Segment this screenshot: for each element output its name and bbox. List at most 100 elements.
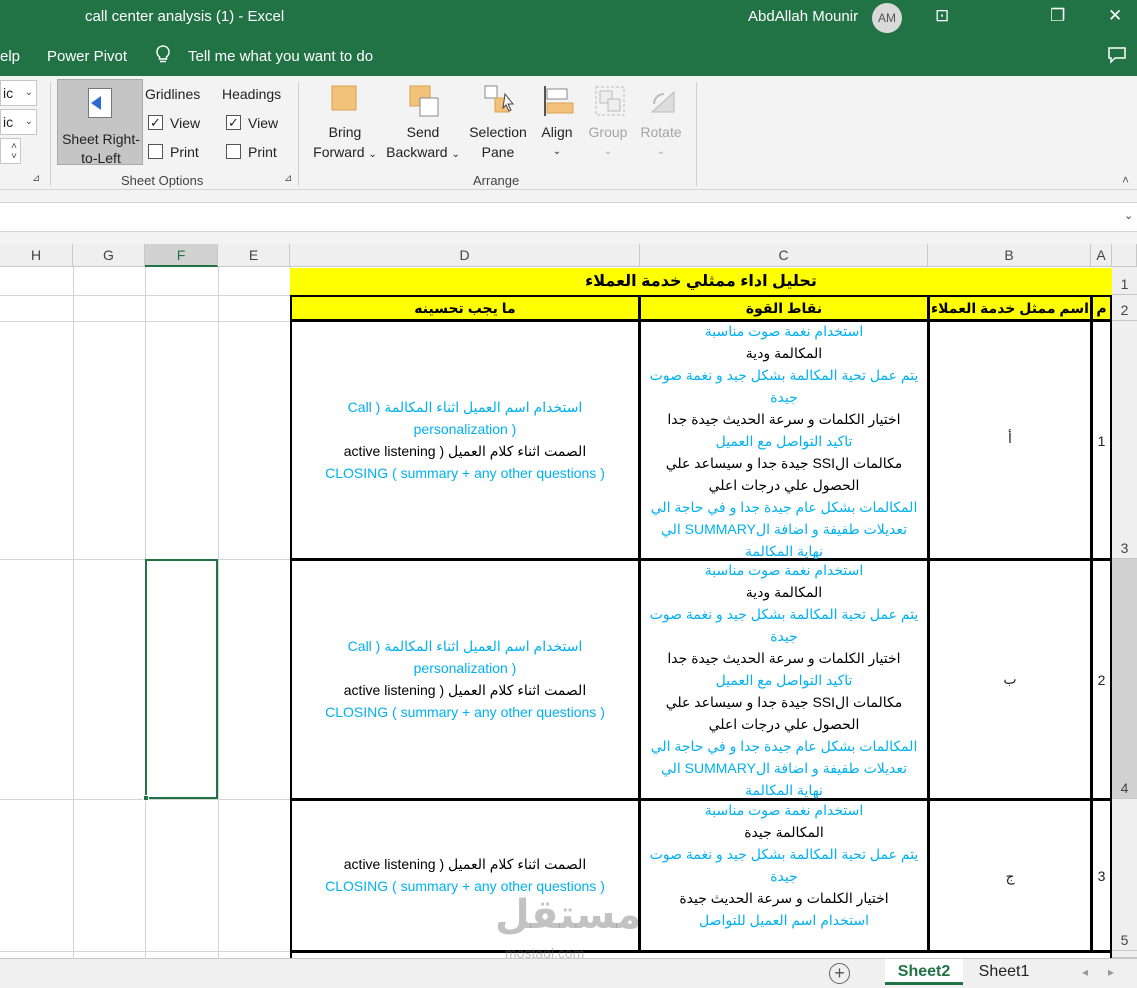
spin-down-icon[interactable]: ˅ <box>11 145 17 169</box>
scroll-left-icon[interactable]: ◂ <box>1078 959 1092 985</box>
row-header-1[interactable]: 1 <box>1112 267 1137 295</box>
header-name[interactable]: اسم ممثل خدمة العملاء <box>928 295 1092 321</box>
headings-view-checkbox[interactable]: ✓ <box>226 115 241 130</box>
chevron-down-icon: ⌄ <box>368 149 377 160</box>
group-icon <box>593 84 625 118</box>
user-name[interactable]: AbdAllah Mounir <box>748 8 858 25</box>
selected-cell-f4[interactable] <box>143 559 218 801</box>
row-header-5[interactable]: 5 <box>1112 799 1137 951</box>
ribbon-gap <box>0 190 1137 202</box>
strengths-line: تعديلات طفيفة و اضافة الSUMMARY الي <box>660 760 908 776</box>
row-header-6[interactable] <box>1112 951 1137 958</box>
gridlines-view-checkbox[interactable]: ✓ <box>148 115 163 130</box>
sheet-tab-bar: + Sheet2 Sheet1 ◂ ▸ <box>0 958 1137 988</box>
column-header-a[interactable]: A <box>1091 244 1112 267</box>
tab-power-pivot[interactable]: Power Pivot <box>47 48 127 65</box>
strengths-line: الحصول علي درجات اعلي <box>708 716 860 732</box>
column-header-d[interactable]: D <box>290 244 640 267</box>
row-header-4[interactable]: 4 <box>1112 559 1137 799</box>
gridlines-label: Gridlines <box>145 86 201 102</box>
strengths-line: المكالمات بشكل عام جيدة جدا و في حاجة ال… <box>650 738 918 754</box>
column-header-g[interactable]: G <box>73 244 145 267</box>
strengths-line: جيدة <box>770 389 798 405</box>
bring-forward-button[interactable]: Bring Forward ⌄ <box>310 84 380 165</box>
select-all-corner[interactable] <box>1112 244 1137 267</box>
header-improve[interactable]: ما يجب تحسينه <box>290 295 640 321</box>
row-number: 4 <box>1120 780 1129 796</box>
improve-text-3: الصمت اثناء كلام العميل ( active listeni… <box>292 853 638 897</box>
formula-gap <box>0 232 1137 244</box>
arrow-left-icon <box>91 96 101 110</box>
close-icon[interactable]: ✕ <box>1108 6 1122 26</box>
dialog-launcher-icon[interactable]: ⊿ <box>284 173 292 184</box>
strengths-line: تاكيد التواصل مع العميل <box>715 672 853 688</box>
tell-me-search[interactable]: Tell me what you want to do <box>188 48 373 65</box>
bring-forward-icon <box>330 84 360 118</box>
sheet-tab-sheet2[interactable]: Sheet2 <box>885 959 963 985</box>
chevron-down-icon: ⌄ <box>656 146 666 157</box>
sheet-tab-sheet1[interactable]: Sheet1 <box>966 959 1042 985</box>
scale-select-2[interactable]: ic ⌄ <box>0 109 37 135</box>
scale-select-1-value: ic <box>3 85 14 101</box>
gridline <box>0 295 290 296</box>
scale-spinner[interactable]: ˄ ˅ <box>0 138 21 164</box>
comment-icon[interactable] <box>1107 46 1127 69</box>
selection-pane-label-2: Pane <box>481 144 515 160</box>
sheet-right-to-left-button[interactable]: Sheet Right- to-Left <box>57 79 143 166</box>
tab-help[interactable]: elp <box>0 48 20 65</box>
column-header-c[interactable]: C <box>640 244 928 267</box>
improve-line: الصمت اثناء كلام العميل ( active listeni… <box>343 682 587 698</box>
sheet-rtl-label-2: to-Left <box>81 150 121 166</box>
fill-handle[interactable] <box>143 795 149 801</box>
strengths-line: جيدة <box>770 868 798 884</box>
strengths-line: يتم عمل تحية المكالمة بشكل جيد و نغمة صو… <box>649 367 919 383</box>
chevron-down-icon: ⌄ <box>552 146 562 157</box>
improve-line: ( personalization <box>413 660 517 676</box>
row-number: 1 <box>1120 276 1129 292</box>
expand-formula-bar-icon[interactable]: ⌄ <box>1124 209 1133 222</box>
sheet-title-cell[interactable]: تحليل اداء ممثلي خدمة العملاء <box>290 268 1112 295</box>
send-backward-icon <box>408 84 439 118</box>
headings-view-label: View <box>248 115 279 131</box>
improve-line: CLOSING ( summary + any other questions … <box>325 704 605 720</box>
row-header-3[interactable]: 3 <box>1112 321 1137 559</box>
name-value-1: أ <box>1008 430 1012 446</box>
restore-icon[interactable]: ❐ <box>1050 6 1065 26</box>
header-strengths[interactable]: نقاط القوة <box>639 295 929 321</box>
scroll-right-icon[interactable]: ▸ <box>1104 959 1118 985</box>
headings-print-checkbox[interactable] <box>226 144 241 159</box>
strengths-line: تاكيد التواصل مع العميل <box>715 433 853 449</box>
group-button[interactable]: Group ⌄ <box>584 84 632 162</box>
formula-bar[interactable]: ⌄ <box>0 202 1137 232</box>
column-header-e[interactable]: E <box>218 244 290 267</box>
headings-label: Headings <box>222 86 282 102</box>
row-number: 5 <box>1120 932 1129 948</box>
column-header-h[interactable]: H <box>0 244 73 267</box>
avatar[interactable]: AM <box>872 3 902 33</box>
send-backward-button[interactable]: Send Backward ⌄ <box>383 84 463 165</box>
header-num[interactable]: م <box>1091 295 1112 321</box>
collapse-ribbon-icon[interactable]: ˄ <box>1122 173 1129 187</box>
improve-line: الصمت اثناء كلام العميل ( active listeni… <box>343 443 587 459</box>
row-header-2[interactable]: 2 <box>1112 295 1137 321</box>
strengths-line: الحصول علي درجات اعلي <box>708 477 860 493</box>
dialog-launcher-icon[interactable]: ⊿ <box>32 173 40 184</box>
watermark-logo: مستقل <box>495 893 642 937</box>
strengths-line: اختيار الكلمات و سرعة الحديث جيدة جدا <box>667 650 901 666</box>
chevron-down-icon: ⌄ <box>24 87 33 98</box>
align-button[interactable]: Align ⌄ <box>535 84 579 162</box>
add-sheet-icon[interactable]: + <box>829 963 850 984</box>
column-header-f[interactable]: F <box>145 244 218 267</box>
num-value-2: 2 <box>1097 672 1106 688</box>
strengths-line: اختيار الكلمات و سرعة الحديث جيدة <box>679 890 889 906</box>
lightbulb-icon[interactable] <box>155 45 171 70</box>
ribbon-display-icon[interactable]: ⊡ <box>935 6 949 26</box>
selection-pane-button[interactable]: Selection Pane <box>466 84 530 162</box>
rotate-button[interactable]: Rotate ⌄ <box>636 84 686 162</box>
strengths-line: المكالمة جيدة <box>744 824 824 840</box>
strengths-text-3: استخدام نغمة صوت مناسبة المكالمة جيدة يتم … <box>641 799 927 931</box>
gridlines-print-checkbox[interactable] <box>148 144 163 159</box>
column-header-b[interactable]: B <box>928 244 1091 267</box>
scale-select-1[interactable]: ic ⌄ <box>0 80 37 106</box>
rotate-icon <box>646 84 676 118</box>
